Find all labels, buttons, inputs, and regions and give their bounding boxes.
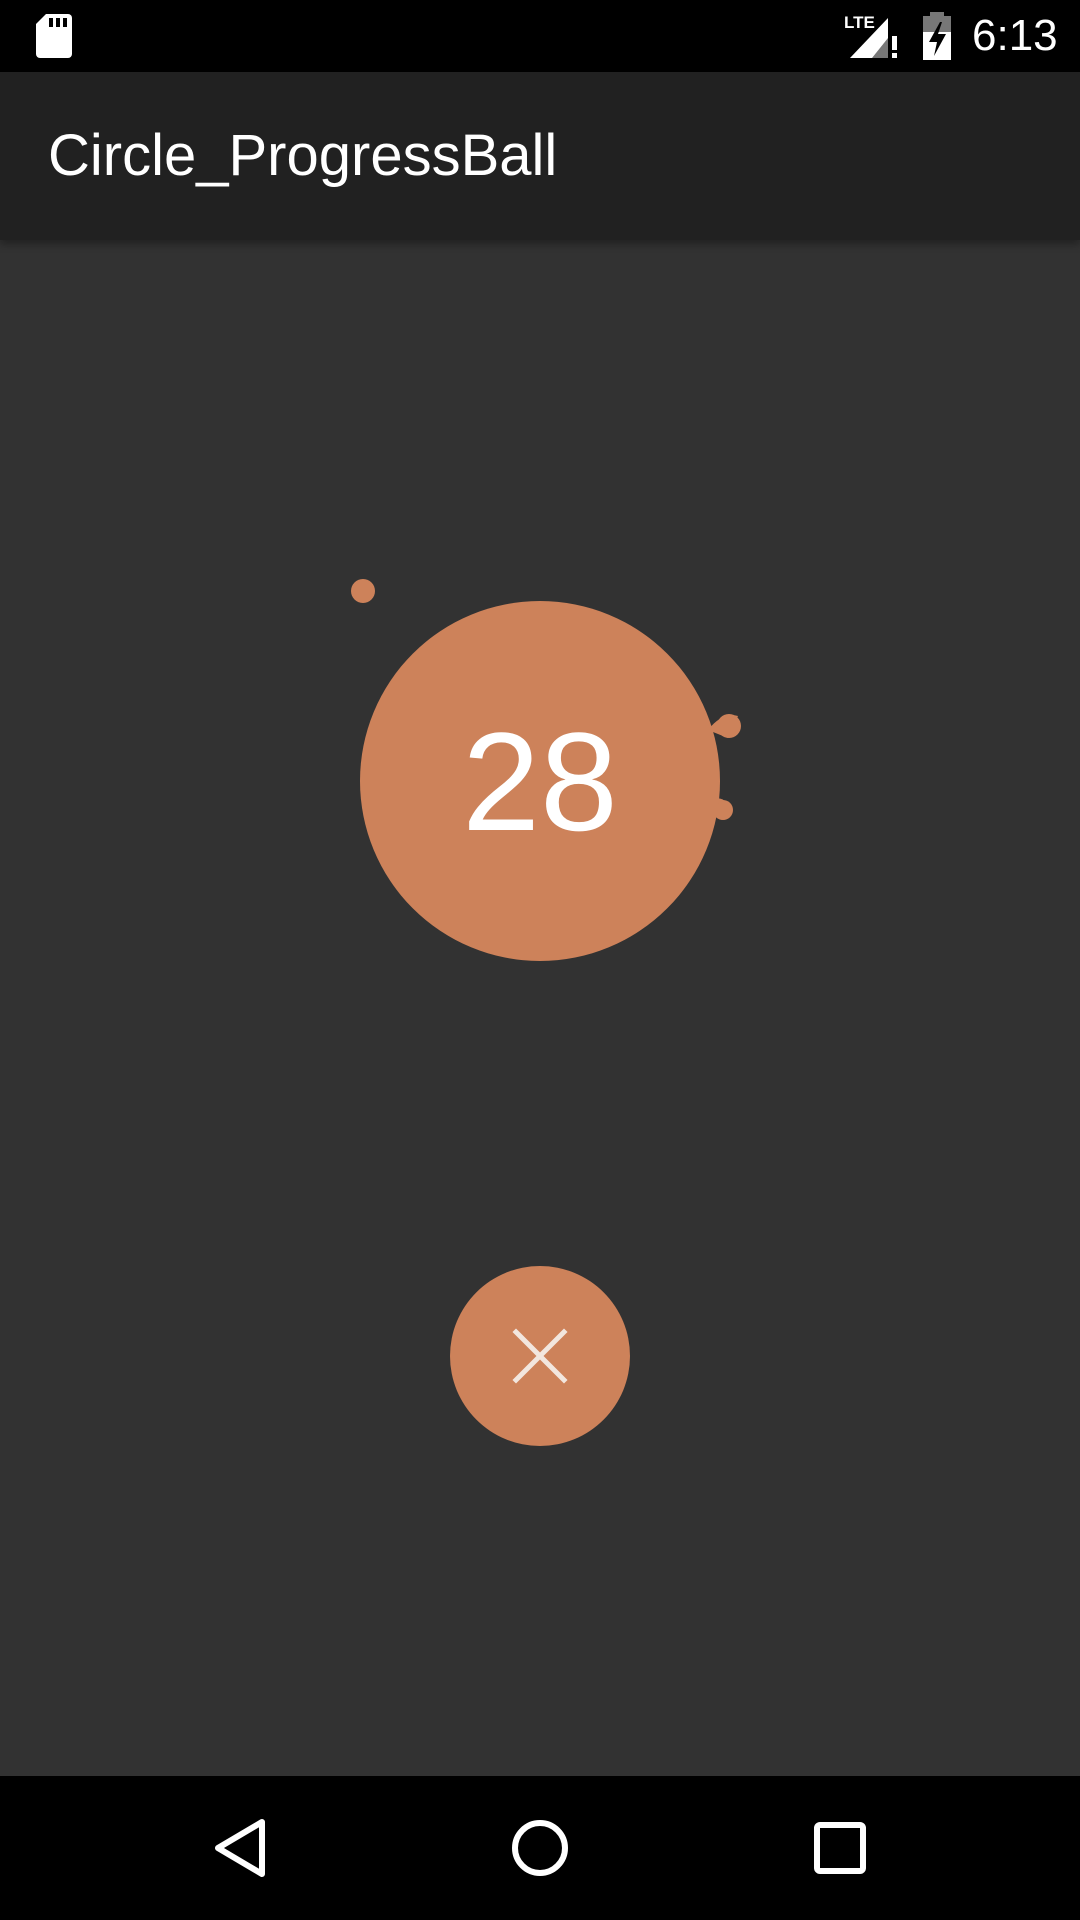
back-button[interactable] [190,1798,290,1898]
cancel-button[interactable] [450,1266,630,1446]
droplet-tip [717,714,741,738]
progress-ball-graphic [351,579,741,961]
back-icon [215,1819,265,1877]
home-icon [512,1820,568,1876]
main-content: 28 [0,240,1080,1776]
battery-charging-icon [923,12,951,60]
progress-value: 28 [462,703,618,860]
close-icon [512,1328,568,1384]
floating-droplet [351,579,375,603]
app-bar: Circle_ProgressBall [0,72,1080,240]
signal-icon: LTE [844,13,897,58]
sd-card-icon [36,14,72,58]
recents-button[interactable] [790,1798,890,1898]
network-type-label: LTE [844,13,875,32]
status-bar: LTE 6:13 [0,0,1080,72]
recents-icon [814,1822,866,1874]
app-title: Circle_ProgressBall [48,123,558,188]
home-button[interactable] [490,1798,590,1898]
navigation-bar [0,1776,1080,1920]
status-bar-clock: 6:13 [972,11,1058,60]
screen: LTE 6:13 Circle_ProgressBall 28 [0,0,1080,1920]
